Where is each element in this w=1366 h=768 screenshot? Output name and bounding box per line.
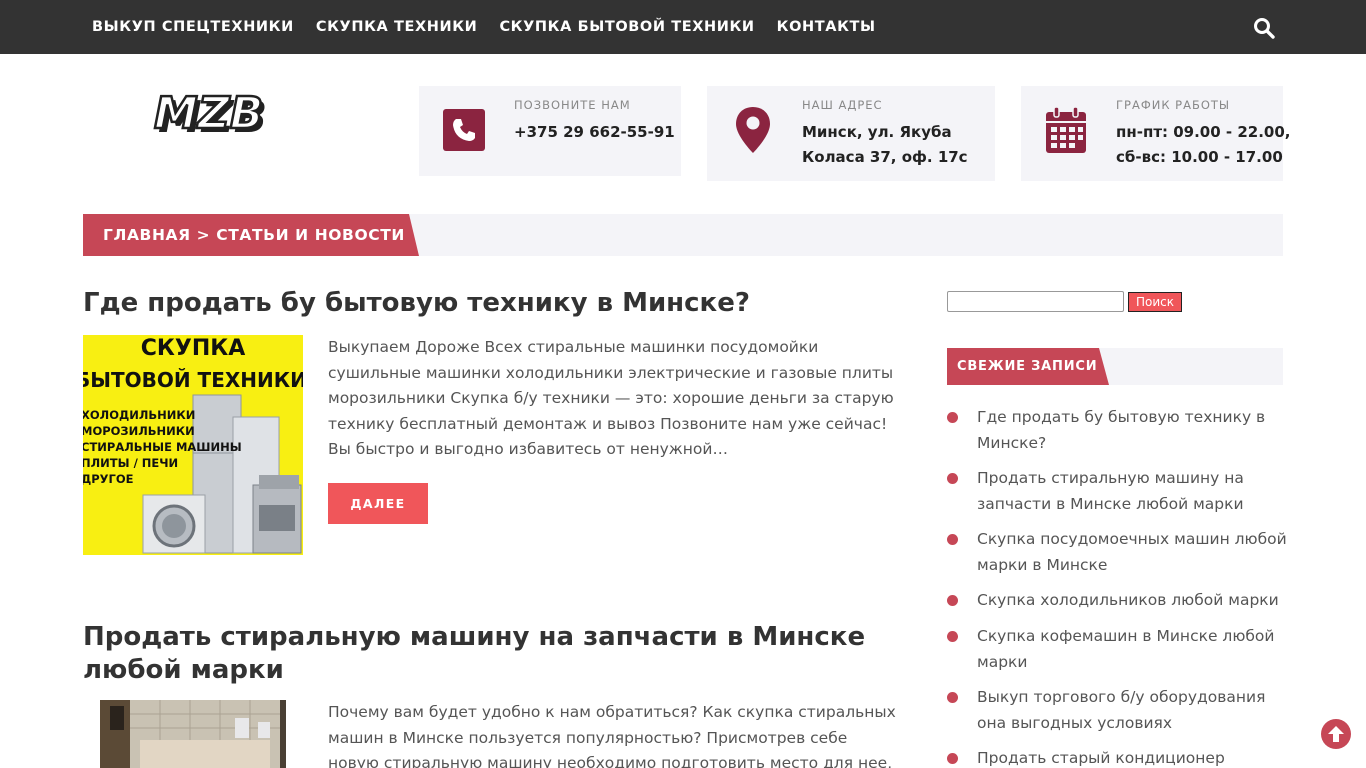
recent-post-item[interactable]: Где продать бу бытовую технику в Минске? [947,404,1287,456]
recent-post-item[interactable]: Скупка холодильников любой марки [947,587,1287,613]
laundry-room-image [100,700,286,768]
calendar-icon [1045,106,1087,158]
address-line-1: Минск, ул. Якуба [802,123,952,141]
site-logo[interactable]: MZB MZB [152,86,316,143]
recent-posts-header: СВЕЖИЕ ЗАПИСИ [947,348,1283,385]
logo-mark: MZB MZB [153,87,267,143]
recent-post-link[interactable]: Продать стиральную машину на запчасти в … [977,469,1244,513]
bullet-dot [947,595,958,606]
recent-post-link[interactable]: Продать старый кондиционер [977,749,1225,767]
recent-post-item[interactable]: Скупка кофемашин в Минске любой марки [947,623,1287,675]
breadcrumb-bar: ГЛАВНАЯ > СТАТЬИ И НОВОСТИ [83,214,1283,256]
arrow-up-icon [1328,726,1344,742]
recent-post-link[interactable]: Выкуп торгового б/у оборудования она выг… [977,688,1265,732]
recent-post-item[interactable]: Выкуп торгового б/у оборудования она выг… [947,684,1287,736]
poster-list-item: ПЛИТЫ / ПЕЧИ [83,456,179,470]
recent-post-link[interactable]: Скупка кофемашин в Минске любой марки [977,627,1274,671]
map-pin-icon [734,105,772,159]
main-menu: ВЫКУП СПЕЦТЕХНИКИ СКУПКА ТЕХНИКИ СКУПКА … [92,0,898,54]
recent-post-link[interactable]: Где продать бу бытовую технику в Минске? [977,408,1265,452]
bullet-dot [947,412,958,423]
phone-icon [443,109,485,155]
contact-phone-box: ПОЗВОНИТЕ НАМ +375 29 662-55-91 [419,86,681,176]
poster-list-item: ДРУГОЕ [83,472,134,486]
sidebar-search-input[interactable] [947,291,1124,312]
phone-number[interactable]: +375 29 662-55-91 [514,120,675,145]
sidebar-search-button[interactable]: Поиск [1128,292,1182,312]
recent-post-link[interactable]: Скупка посудомоечных машин любой марки в… [977,530,1287,574]
search-icon [1254,18,1275,39]
contact-address-box: НАШ АДРЕС Минск, ул. Якуба Коласа 37, оф… [707,86,995,181]
nav-item-contacts[interactable]: КОНТАКТЫ [777,19,876,35]
recent-post-item[interactable]: Продать стиральную машину на запчасти в … [947,465,1287,517]
top-navigation: ВЫКУП СПЕЦТЕХНИКИ СКУПКА ТЕХНИКИ СКУПКА … [0,0,1366,54]
recent-post-item[interactable]: Продать старый кондиционер [947,745,1287,768]
logo-text: MZB [154,88,263,138]
hours-label: ГРАФИК РАБОТЫ [1116,98,1231,112]
post-thumbnail[interactable]: СКУПКА БЫТОВОЙ ТЕХНИКИ ХОЛОДИЛЬНИКИ МОРО… [83,335,303,555]
widget-title-tag: СВЕЖИЕ ЗАПИСИ [947,348,1109,385]
post-title[interactable]: Где продать бу бытовую технику в Минске? [83,287,913,320]
bullet-dot [947,473,958,484]
recent-post-link[interactable]: Скупка холодильников любой марки [977,591,1279,609]
post-thumbnail[interactable] [100,700,286,768]
read-more-button[interactable]: ДАЛЕЕ [328,483,428,524]
post-excerpt: Выкупаем Дороже Всех стиральные машинки … [328,338,894,458]
nav-item-spectekhnika[interactable]: ВЫКУП СПЕЦТЕХНИКИ [92,19,294,35]
nav-item-skupka-tekhniki[interactable]: СКУПКА ТЕХНИКИ [316,19,478,35]
phone-label: ПОЗВОНИТЕ НАМ [514,98,631,112]
bullet-dot [947,631,958,642]
address-line-2: Коласа 37, оф. 17с [802,148,968,166]
recent-post-item[interactable]: Скупка посудомоечных машин любой марки в… [947,526,1287,578]
bullet-dot [947,534,958,545]
poster-list: ХОЛОДИЛЬНИКИ МОРОЗИЛЬНИКИ СТИРАЛЬНЫЕ МАШ… [83,407,242,487]
search-button[interactable] [1252,16,1276,40]
contact-hours-box: ГРАФИК РАБОТЫ пн-пт: 09.00 - 22.00, сб-в… [1021,86,1291,181]
widget-title: СВЕЖИЕ ЗАПИСИ [957,359,1098,374]
breadcrumb-text: ГЛАВНАЯ > СТАТЬИ И НОВОСТИ [103,226,405,244]
hours-weekend: сб-вс: 10.00 - 17.00 [1116,148,1283,166]
poster-list-item: СТИРАЛЬНЫЕ МАШИНЫ [83,440,242,454]
poster-list-item: МОРОЗИЛЬНИКИ [83,424,195,438]
bullet-dot [947,753,958,764]
poster-heading: СКУПКА [140,336,246,361]
breadcrumb[interactable]: ГЛАВНАЯ > СТАТЬИ И НОВОСТИ [83,214,419,256]
post-title[interactable]: Продать стиральную машину на запчасти в … [83,621,913,687]
poster-subheading: БЫТОВОЙ ТЕХНИКИ [83,368,303,392]
poster-list-item: ХОЛОДИЛЬНИКИ [83,408,196,422]
bullet-dot [947,692,958,703]
nav-item-bytovaya-tekhnika[interactable]: СКУПКА БЫТОВОЙ ТЕХНИКИ [499,19,754,35]
address-label: НАШ АДРЕС [802,98,883,112]
hours-weekdays: пн-пт: 09.00 - 22.00, [1116,123,1291,141]
post-excerpt: Почему вам будет удобно к нам обратиться… [328,703,896,768]
scroll-to-top-button[interactable] [1321,719,1351,749]
